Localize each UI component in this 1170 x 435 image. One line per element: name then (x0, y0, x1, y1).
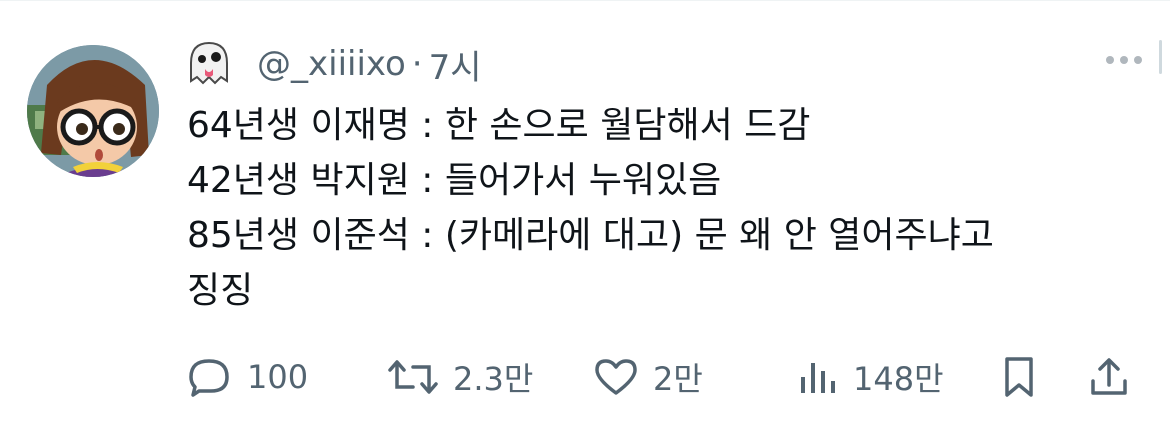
retweet-button[interactable]: 2.3만 (387, 350, 533, 404)
more-options-icon[interactable] (1106, 56, 1142, 64)
action-bar: 100 2.3만 2만 148만 (187, 350, 1142, 404)
reply-icon (189, 359, 229, 397)
reply-button[interactable]: 100 (187, 350, 308, 404)
tweet-line: 64년생 이재명 : 한 손으로 월담해서 드감 (187, 105, 811, 146)
bookmark-icon (1005, 357, 1033, 397)
retweet-icon (388, 360, 438, 394)
views-count: 148만 (853, 360, 944, 398)
like-count: 2만 (653, 360, 703, 398)
tweet: @_xiiiixo · 7시 64년생 이재명 : 한 손으로 월담해서 드감 … (187, 36, 1142, 318)
top-divider (0, 0, 1170, 1)
tweet-header: @_xiiiixo · 7시 (187, 36, 1142, 92)
separator-dot: · (411, 44, 423, 84)
tweet-line: 85년생 이준석 : (카메라에 대고) 문 왜 안 열어주냐고 (187, 215, 994, 256)
avatar[interactable] (27, 45, 159, 177)
views-button[interactable]: 148만 (797, 350, 944, 404)
share-icon (1091, 358, 1127, 395)
tweet-line: 42년생 박지원 : 들어가서 누워있음 (187, 160, 722, 201)
reply-count: 100 (247, 358, 309, 396)
ghost-emoji-icon (190, 41, 228, 85)
views-icon (801, 363, 835, 393)
share-button[interactable] (1087, 350, 1131, 404)
retweet-count: 2.3만 (453, 360, 534, 398)
tweet-body: 64년생 이재명 : 한 손으로 월담해서 드감 42년생 박지원 : 들어가서… (187, 98, 1142, 318)
avatar-image (27, 45, 159, 177)
like-button[interactable]: 2만 (593, 350, 703, 404)
heart-icon (595, 359, 637, 395)
user-handle[interactable]: @_xiiiixo (257, 44, 406, 84)
bookmark-button[interactable] (999, 350, 1039, 404)
tweet-line: 징징 (187, 270, 254, 311)
timestamp[interactable]: 7시 (429, 40, 482, 89)
scrollbar[interactable] (1159, 40, 1162, 74)
